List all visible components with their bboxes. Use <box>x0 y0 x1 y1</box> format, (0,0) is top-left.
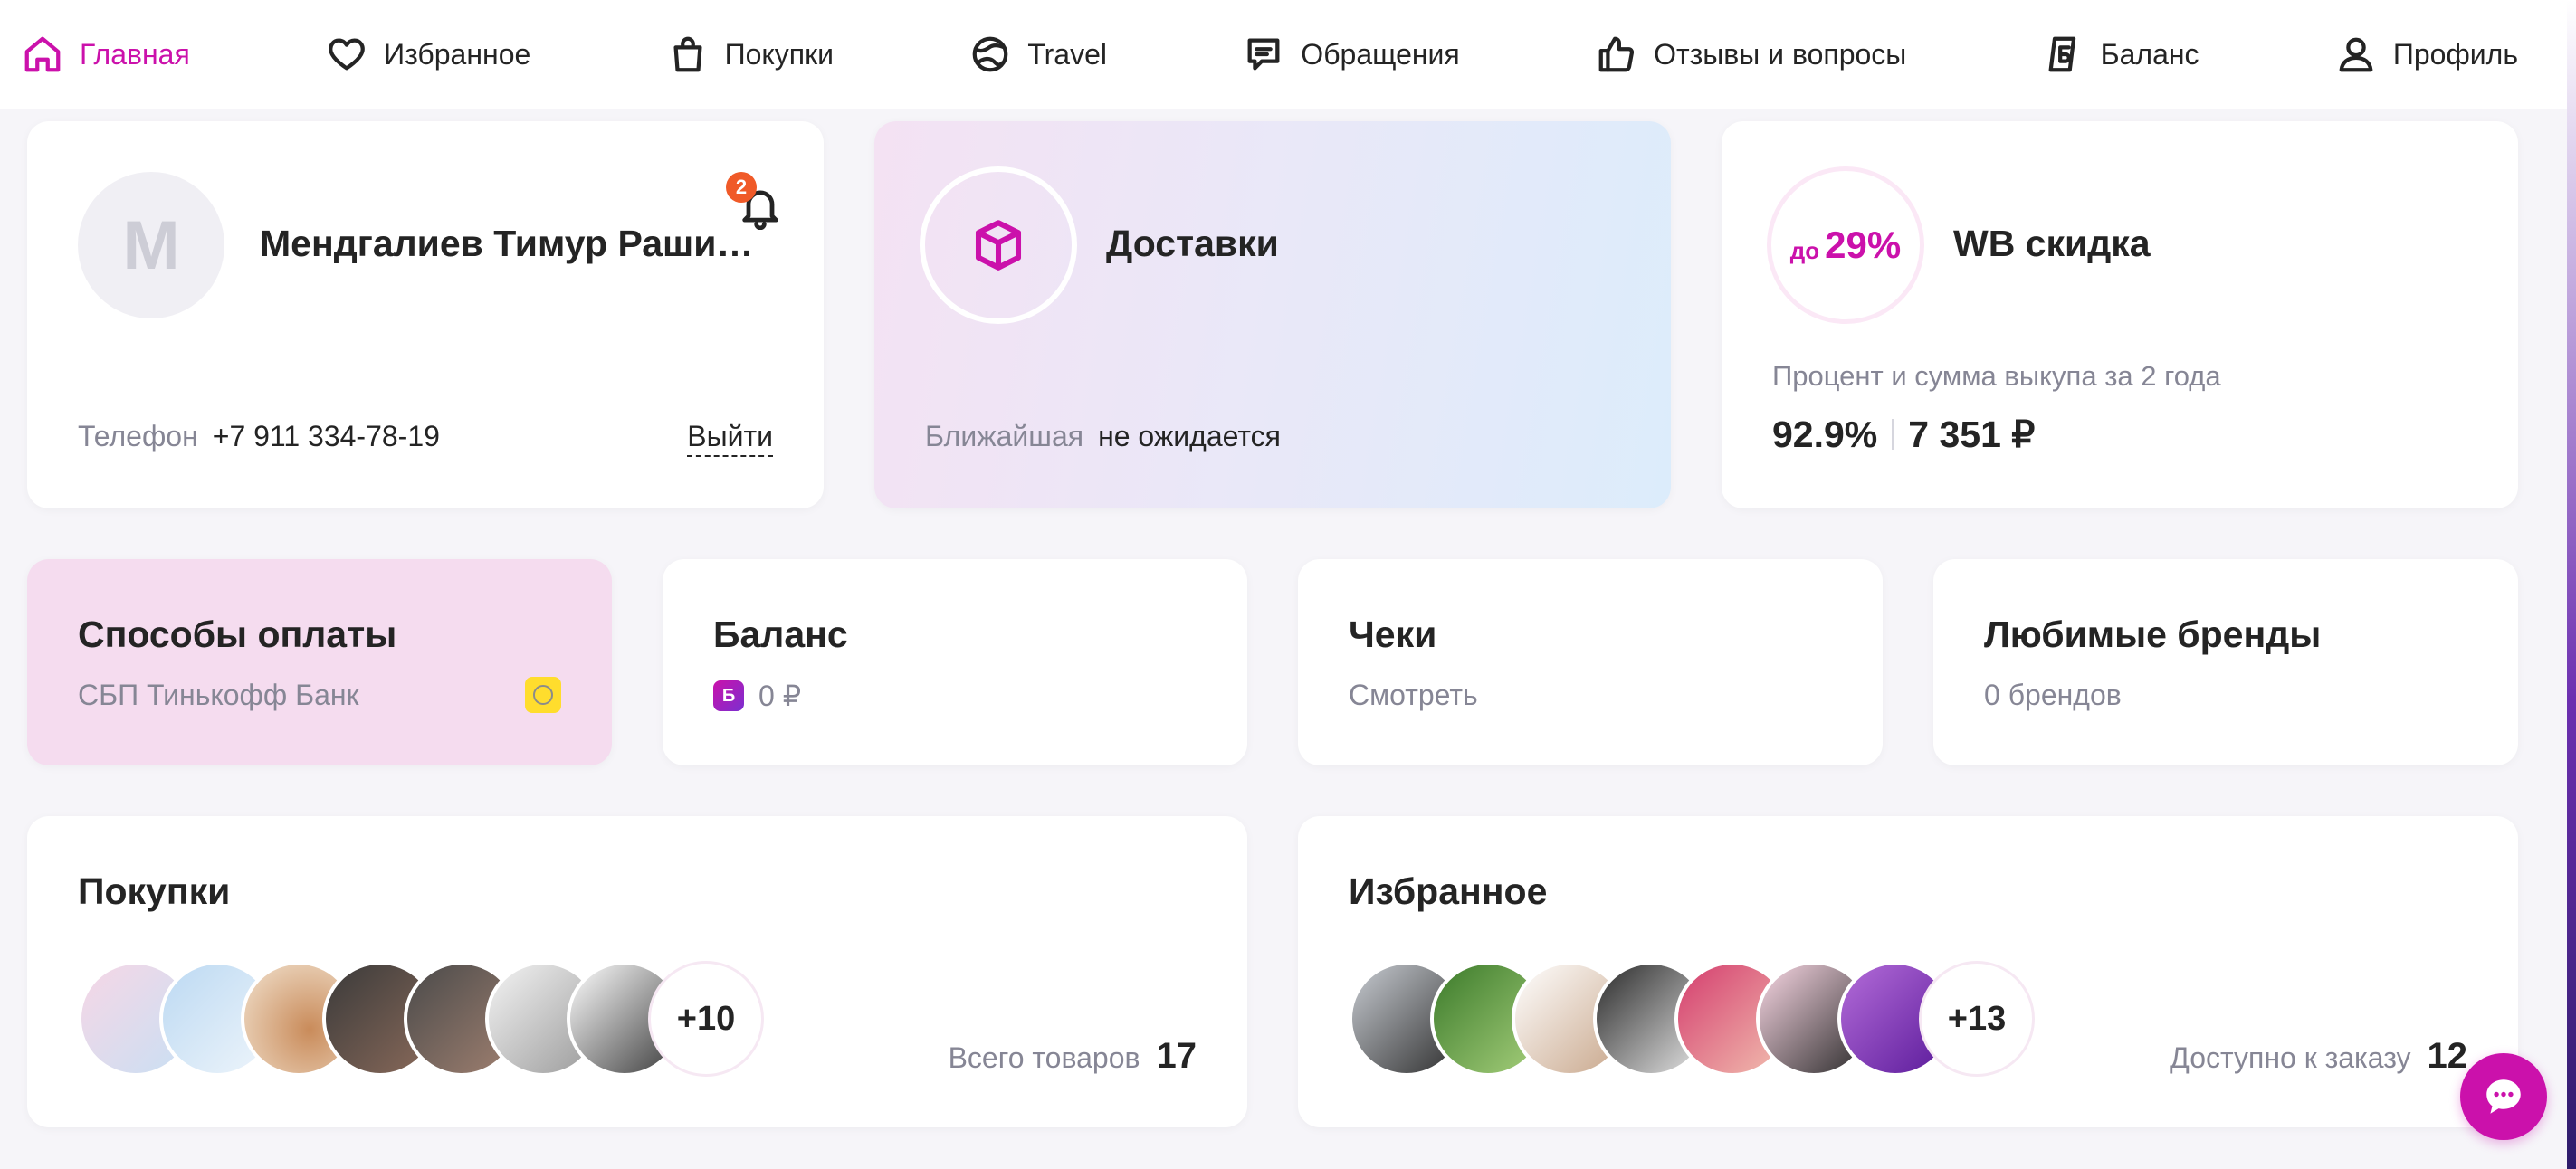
balance-icon: Б <box>713 680 744 711</box>
user-icon <box>2339 37 2373 72</box>
top-nav: Главная Избранное Покупки Travel Обращен… <box>0 0 2576 109</box>
receipts-title: Чеки <box>1349 613 1437 655</box>
nav-item-balance[interactable]: Баланс <box>2043 33 2199 75</box>
nav-item-label: Профиль <box>2392 37 2518 71</box>
favorites-title: Избранное <box>1349 870 1548 912</box>
notifications-button[interactable]: 2 <box>726 172 789 235</box>
payment-subtitle: СБП Тинькофф Банк <box>78 679 359 711</box>
more-favorites-badge[interactable]: +13 <box>1919 961 2035 1077</box>
balance-value: 0 ₽ <box>758 680 802 712</box>
balance-row: Б 0 ₽ <box>713 679 801 713</box>
delivery-card[interactable]: Доставки Ближайшая не ожидается <box>874 121 1671 508</box>
nav-item-purchases[interactable]: Покупки <box>667 33 834 75</box>
nav-item-label: Баланс <box>2100 37 2199 71</box>
buyout-percent: 92.9% <box>1772 413 1878 455</box>
nav-item-requests[interactable]: Обращения <box>1243 33 1460 75</box>
avatar[interactable]: M <box>78 172 224 318</box>
balance-card[interactable]: Баланс Б 0 ₽ <box>663 559 1247 765</box>
wb-discount-title: WB скидка <box>1953 223 2151 264</box>
purchases-total: Всего товаров 17 <box>949 1036 1197 1077</box>
wb-discount-card[interactable]: до 29% WB скидка Процент и сумма выкупа … <box>1722 121 2518 508</box>
divider <box>1892 419 1894 450</box>
total-value: 12 <box>2427 1036 2468 1076</box>
discount-prefix: до <box>1789 236 1820 264</box>
nav-item-home[interactable]: Главная <box>22 33 190 75</box>
chat-button[interactable] <box>2460 1053 2547 1140</box>
payment-title: Способы оплаты <box>78 613 397 655</box>
discount-percent: 29% <box>1825 223 1902 266</box>
more-purchases-badge[interactable]: +10 <box>648 961 764 1077</box>
nav-item-travel[interactable]: Travel <box>969 33 1107 75</box>
phone-label: Телефон <box>78 420 198 452</box>
thumbs-up-icon <box>1598 36 1635 72</box>
window-edge <box>2567 0 2576 1169</box>
logout-link[interactable]: Выйти <box>687 420 773 457</box>
receipts-card[interactable]: Чеки Смотреть <box>1298 559 1883 765</box>
nav-item-reviews[interactable]: Отзывы и вопросы <box>1596 33 1906 75</box>
purchase-thumbnails: +10 <box>78 961 764 1077</box>
heart-icon <box>329 38 365 71</box>
purchases-title: Покупки <box>78 870 231 912</box>
nav-item-label: Избранное <box>384 37 531 71</box>
purchases-card[interactable]: Покупки +10 Всего товаров 17 <box>27 816 1247 1127</box>
message-icon <box>1247 38 1280 71</box>
profile-name: Мендгалиев Тимур Рашид... <box>260 223 767 264</box>
globe-icon <box>972 36 1008 72</box>
delivery-title: Доставки <box>1106 223 1279 264</box>
total-value: 17 <box>1156 1036 1197 1076</box>
phone-row: Телефон +7 911 334-78-19 <box>78 420 440 453</box>
favorites-total: Доступно к заказу 12 <box>2170 1036 2467 1077</box>
nearest-value: не ожидается <box>1098 420 1281 452</box>
brands-subtitle: 0 брендов <box>1984 679 2122 711</box>
total-label: Всего товаров <box>948 1041 1140 1074</box>
nav-item-label: Отзывы и вопросы <box>1654 37 1907 71</box>
brands-title: Любимые бренды <box>1984 613 2322 655</box>
box-icon <box>975 220 1022 271</box>
nav-item-label: Покупки <box>724 37 834 71</box>
nav-item-label: Главная <box>80 37 190 71</box>
bag-icon <box>673 36 702 72</box>
favorite-thumbnails: +13 <box>1349 961 2035 1077</box>
home-icon <box>24 36 61 72</box>
nav-item-favorites[interactable]: Избранное <box>326 33 530 75</box>
buyout-values: 92.9% 7 351 ₽ <box>1772 413 2035 456</box>
balance-title: Баланс <box>713 613 848 655</box>
discount-ring: до 29% <box>1767 166 1924 324</box>
nearest-label: Ближайшая <box>925 420 1084 452</box>
nav-item-profile[interactable]: Профиль <box>2335 33 2518 75</box>
notification-badge: 2 <box>726 172 757 203</box>
buyout-sum: 7 351 ₽ <box>1908 413 2036 455</box>
nav-item-label: Обращения <box>1301 37 1460 71</box>
nearest-delivery: Ближайшая не ожидается <box>925 420 1281 453</box>
wb-discount-subtitle: Процент и сумма выкупа за 2 года <box>1772 360 2221 392</box>
balance-icon <box>2048 36 2075 72</box>
chat-icon <box>2486 1079 2521 1114</box>
delivery-icon-ring <box>920 166 1077 324</box>
favorite-brands-card[interactable]: Любимые бренды 0 брендов <box>1933 559 2518 765</box>
payment-methods-card[interactable]: Способы оплаты СБП Тинькофф Банк <box>27 559 612 765</box>
nav-item-label: Travel <box>1027 37 1107 71</box>
profile-card[interactable]: M Мендгалиев Тимур Рашид... 2 Телефон +7… <box>27 121 824 508</box>
total-label: Доступно к заказу <box>2170 1041 2411 1074</box>
receipts-subtitle: Смотреть <box>1349 679 1478 711</box>
favorites-card[interactable]: Избранное +13 Доступно к заказу 12 <box>1298 816 2518 1127</box>
bank-logo-icon <box>525 677 561 713</box>
phone-value: +7 911 334-78-19 <box>212 420 440 452</box>
